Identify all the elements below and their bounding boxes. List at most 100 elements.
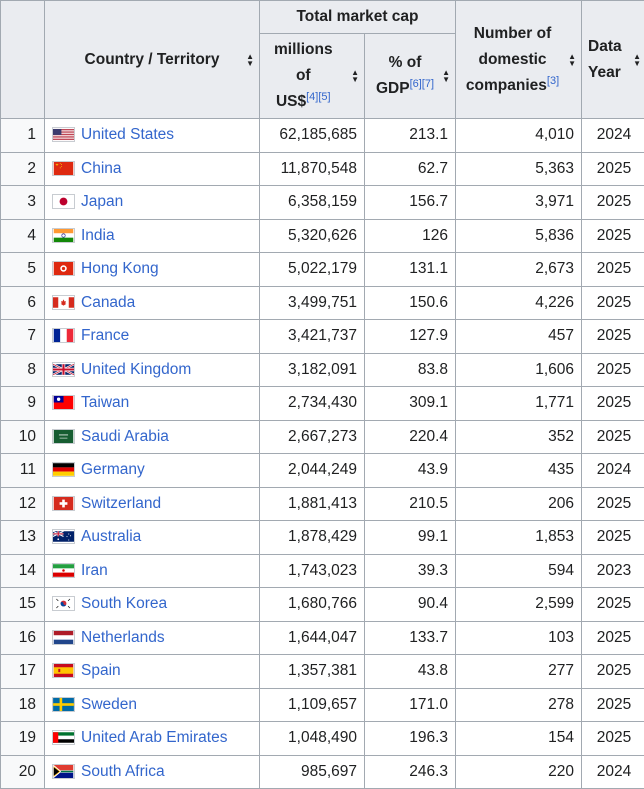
country-link[interactable]: Hong Kong xyxy=(81,260,159,277)
country-link[interactable]: United Kingdom xyxy=(81,361,191,378)
sort-icon[interactable]: ▲▼ xyxy=(246,53,254,67)
companies-cell: 154 xyxy=(456,722,582,756)
year-header[interactable]: Data Year ▲▼ xyxy=(582,1,644,119)
rank-cell: 20 xyxy=(1,755,45,789)
market-cap-group-header: Total market cap xyxy=(260,1,456,34)
market-cap-cell: 11,870,548 xyxy=(260,152,365,186)
gdp-percent-cell: 210.5 xyxy=(365,487,456,521)
market-cap-cell: 985,697 xyxy=(260,755,365,789)
table-row: 1United States62,185,685213.14,0102024 xyxy=(1,119,644,153)
rank-cell: 3 xyxy=(1,186,45,220)
companies-cell: 2,599 xyxy=(456,588,582,622)
millions-refs-link[interactable]: [4][5] xyxy=(306,91,330,103)
gdp-header-label: % of GDP[6][7] xyxy=(376,50,434,102)
table-row: 12Switzerland1,881,413210.52062025 xyxy=(1,487,644,521)
table-row: 20South Africa985,697246.32202024 xyxy=(1,755,644,789)
za-flag-icon xyxy=(52,764,75,779)
rank-cell: 13 xyxy=(1,521,45,555)
hk-flag-icon xyxy=(52,261,75,276)
table-row: 6Canada3,499,751150.64,2262025 xyxy=(1,286,644,320)
gdp-percent-cell: 196.3 xyxy=(365,722,456,756)
market-cap-cell: 1,644,047 xyxy=(260,621,365,655)
gdp-header[interactable]: % of GDP[6][7] ▲▼ xyxy=(365,34,456,119)
gdp-percent-cell: 127.9 xyxy=(365,320,456,354)
market-cap-cell: 1,048,490 xyxy=(260,722,365,756)
rank-cell: 12 xyxy=(1,487,45,521)
gdp-percent-cell: 131.1 xyxy=(365,253,456,287)
companies-refs-link[interactable]: [3] xyxy=(547,74,559,86)
es-flag-icon xyxy=(52,663,75,678)
table-row: 2China11,870,54862.75,3632025 xyxy=(1,152,644,186)
country-link[interactable]: United Arab Emirates xyxy=(81,729,227,746)
jp-flag-icon xyxy=(52,194,75,209)
companies-cell: 457 xyxy=(456,320,582,354)
country-link[interactable]: South Korea xyxy=(81,595,167,612)
country-link[interactable]: Netherlands xyxy=(81,629,165,646)
de-flag-icon xyxy=(52,462,75,477)
companies-cell: 278 xyxy=(456,688,582,722)
gdp-percent-cell: 246.3 xyxy=(365,755,456,789)
companies-cell: 3,971 xyxy=(456,186,582,220)
country-link[interactable]: France xyxy=(81,327,129,344)
country-link[interactable]: Taiwan xyxy=(81,394,129,411)
companies-cell: 435 xyxy=(456,454,582,488)
gdp-refs-link[interactable]: [6][7] xyxy=(410,78,434,90)
rank-cell: 5 xyxy=(1,253,45,287)
sort-icon[interactable]: ▲▼ xyxy=(633,53,641,67)
rank-header xyxy=(1,1,45,119)
sort-icon[interactable]: ▲▼ xyxy=(351,69,359,83)
companies-cell: 206 xyxy=(456,487,582,521)
country-link[interactable]: Japan xyxy=(81,193,123,210)
rank-cell: 18 xyxy=(1,688,45,722)
country-cell: India xyxy=(45,219,260,253)
country-cell: Sweden xyxy=(45,688,260,722)
country-cell: South Korea xyxy=(45,588,260,622)
millions-header[interactable]: millions of US$[4][5] ▲▼ xyxy=(260,34,365,119)
country-cell: South Africa xyxy=(45,755,260,789)
us-flag-icon xyxy=(52,127,75,142)
country-link[interactable]: Iran xyxy=(81,562,108,579)
companies-header[interactable]: Number of domestic companies[3] ▲▼ xyxy=(456,1,582,119)
country-link[interactable]: Spain xyxy=(81,662,121,679)
country-link[interactable]: Switzerland xyxy=(81,495,161,512)
ir-flag-icon xyxy=(52,563,75,578)
country-link[interactable]: Saudi Arabia xyxy=(81,428,169,445)
country-link[interactable]: China xyxy=(81,160,122,177)
country-link[interactable]: South Africa xyxy=(81,763,165,780)
rank-cell: 14 xyxy=(1,554,45,588)
rank-cell: 4 xyxy=(1,219,45,253)
market-cap-cell: 1,357,381 xyxy=(260,655,365,689)
market-cap-cell: 2,734,430 xyxy=(260,387,365,421)
table-row: 4India5,320,6261265,8362025 xyxy=(1,219,644,253)
country-cell: Iran xyxy=(45,554,260,588)
sort-icon[interactable]: ▲▼ xyxy=(442,69,450,83)
table-row: 5Hong Kong5,022,179131.12,6732025 xyxy=(1,253,644,287)
country-cell: Spain xyxy=(45,655,260,689)
year-cell: 2025 xyxy=(582,722,644,756)
market-cap-cell: 5,320,626 xyxy=(260,219,365,253)
country-link[interactable]: Canada xyxy=(81,294,135,311)
kr-flag-icon xyxy=(52,596,75,611)
year-cell: 2023 xyxy=(582,554,644,588)
market-cap-cell: 5,022,179 xyxy=(260,253,365,287)
market-cap-cell: 6,358,159 xyxy=(260,186,365,220)
au-flag-icon xyxy=(52,529,75,544)
country-link[interactable]: Sweden xyxy=(81,696,137,713)
country-header[interactable]: Country / Territory ▲▼ xyxy=(45,1,260,119)
millions-header-label: millions of US$[4][5] xyxy=(274,37,333,115)
ae-flag-icon xyxy=(52,730,75,745)
gdp-percent-cell: 126 xyxy=(365,219,456,253)
gdp-percent-cell: 99.1 xyxy=(365,521,456,555)
country-cell: China xyxy=(45,152,260,186)
gdp-percent-cell: 220.4 xyxy=(365,420,456,454)
country-cell: Australia xyxy=(45,521,260,555)
table-row: 18Sweden1,109,657171.02782025 xyxy=(1,688,644,722)
rank-cell: 6 xyxy=(1,286,45,320)
country-cell: Japan xyxy=(45,186,260,220)
table-row: 14Iran1,743,02339.35942023 xyxy=(1,554,644,588)
country-link[interactable]: India xyxy=(81,227,115,244)
country-link[interactable]: Germany xyxy=(81,461,145,478)
country-link[interactable]: United States xyxy=(81,126,174,143)
sort-icon[interactable]: ▲▼ xyxy=(568,53,576,67)
country-link[interactable]: Australia xyxy=(81,528,141,545)
